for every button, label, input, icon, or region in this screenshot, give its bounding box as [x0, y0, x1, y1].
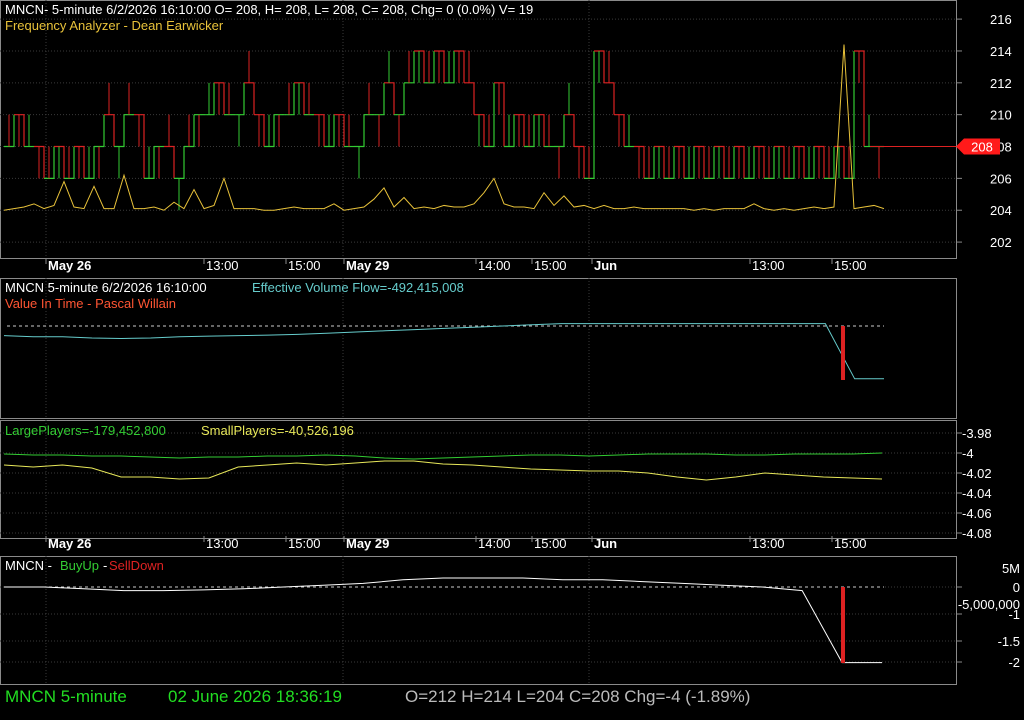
- p1-ytick-label: 214: [990, 44, 1012, 59]
- price-step: [554, 114, 565, 148]
- panel4-symbol: MNCN -: [5, 558, 52, 573]
- p4-ytick-label: -2: [1008, 655, 1020, 670]
- time-axis-label: 15:00: [288, 258, 321, 273]
- panel4-buyup: BuyUp: [60, 558, 99, 573]
- panel1-header: MNCN- 5-minute 6/2/2026 16:10:00 O= 208,…: [5, 2, 533, 17]
- time-axis-label: May 29: [346, 536, 389, 551]
- price-step: [94, 114, 105, 148]
- panel4-sep: -: [103, 558, 107, 573]
- effective-volume-flow-line: [3, 323, 884, 380]
- p4-ytick-5000000: -5,000,000: [958, 597, 1020, 612]
- price-tag-label: 208: [971, 140, 993, 155]
- price-step: [354, 114, 365, 148]
- p4-ytick-label: -1.5: [998, 634, 1020, 649]
- time-axis-label: 15:00: [534, 258, 567, 273]
- price-step: [114, 114, 125, 148]
- p4-ytick-label: 0: [1013, 580, 1020, 595]
- price-step: [384, 82, 395, 115]
- time-axis-label: 14:00: [478, 258, 511, 273]
- p3-ytick-label: -4.08: [962, 526, 992, 541]
- time-axis-label: 13:00: [752, 536, 785, 551]
- p1-ytick-label: 210: [990, 108, 1012, 123]
- price-step: [174, 146, 185, 179]
- chart-window: 202 204 206 208 210 212 214 216 208 MNCN- 5-minut…: [0, 0, 1024, 720]
- time-axis-label: 15:00: [534, 536, 567, 551]
- p1-ytick-label: 206: [990, 171, 1012, 186]
- price-step: [244, 82, 255, 115]
- selldown-spike: [841, 587, 845, 663]
- time-axis-label: Jun: [594, 258, 617, 273]
- vit-spike: [841, 326, 845, 380]
- p3-ytick-label: -4.02: [962, 466, 992, 481]
- panel1-indicator: Frequency Analyzer - Dean Earwicker: [5, 18, 224, 33]
- p3-ytick-label: -3.98: [962, 426, 992, 441]
- price-step: [464, 82, 475, 115]
- time-axis-label: 13:00: [206, 536, 239, 551]
- price-step: [564, 114, 575, 147]
- panel4-selldown: SellDown: [109, 558, 164, 573]
- status-ohlc: O=212 H=214 L=204 C=208 Chg=-4 (-1.89%): [405, 687, 750, 706]
- p3-ytick-label: -4.04: [962, 486, 992, 501]
- panel2-evf: Effective Volume Flow=-492,415,008: [252, 280, 464, 295]
- time-axis-label: 13:00: [206, 258, 239, 273]
- price-step: [374, 82, 385, 116]
- buyup-selldown-line: [4, 577, 882, 664]
- time-axis-label: 15:00: [288, 536, 321, 551]
- chart-canvas[interactable]: 202204206208210212214216208MNCN- 5-minut…: [0, 0, 1024, 720]
- small-players-line: [3, 460, 883, 481]
- large-players-label: LargePlayers=-179,452,800: [5, 423, 166, 438]
- panel-border-4: [0, 556, 957, 685]
- p1-ytick-label: 202: [990, 235, 1012, 250]
- time-axis-label: May 29: [346, 258, 389, 273]
- p3-ytick-label: -4.06: [962, 506, 992, 521]
- price-step: [164, 145, 175, 179]
- panel-border-3: [0, 420, 957, 539]
- price-step: [104, 114, 115, 147]
- price-step: [604, 82, 615, 115]
- price-step: [234, 82, 245, 116]
- time-axis-label: 15:00: [834, 536, 867, 551]
- p1-ytick-label: 204: [990, 203, 1012, 218]
- time-axis-label: May 26: [48, 536, 91, 551]
- time-axis-label: Jun: [594, 536, 617, 551]
- time-axis-label: 15:00: [834, 258, 867, 273]
- time-axis-label: 13:00: [752, 258, 785, 273]
- status-symbol: MNCN 5-minute: [5, 687, 127, 706]
- panel2-header: MNCN 5-minute 6/2/2026 16:10:00: [5, 280, 207, 295]
- time-axis-label: May 26: [48, 258, 91, 273]
- panel2-indicator: Value In Time - Pascal Willain: [5, 296, 176, 311]
- small-players-label: SmallPlayers=-40,526,196: [201, 423, 354, 438]
- price-step: [394, 82, 405, 116]
- status-datetime: 02 June 2026 18:36:19: [168, 687, 342, 706]
- p1-ytick-label: 212: [990, 76, 1012, 91]
- large-players-line: [3, 452, 883, 460]
- p4-ytick-5m: 5M: [1002, 561, 1020, 576]
- p3-ytick-label: -4: [962, 446, 974, 461]
- time-axis-label: 14:00: [478, 536, 511, 551]
- p1-ytick-label: 216: [990, 12, 1012, 27]
